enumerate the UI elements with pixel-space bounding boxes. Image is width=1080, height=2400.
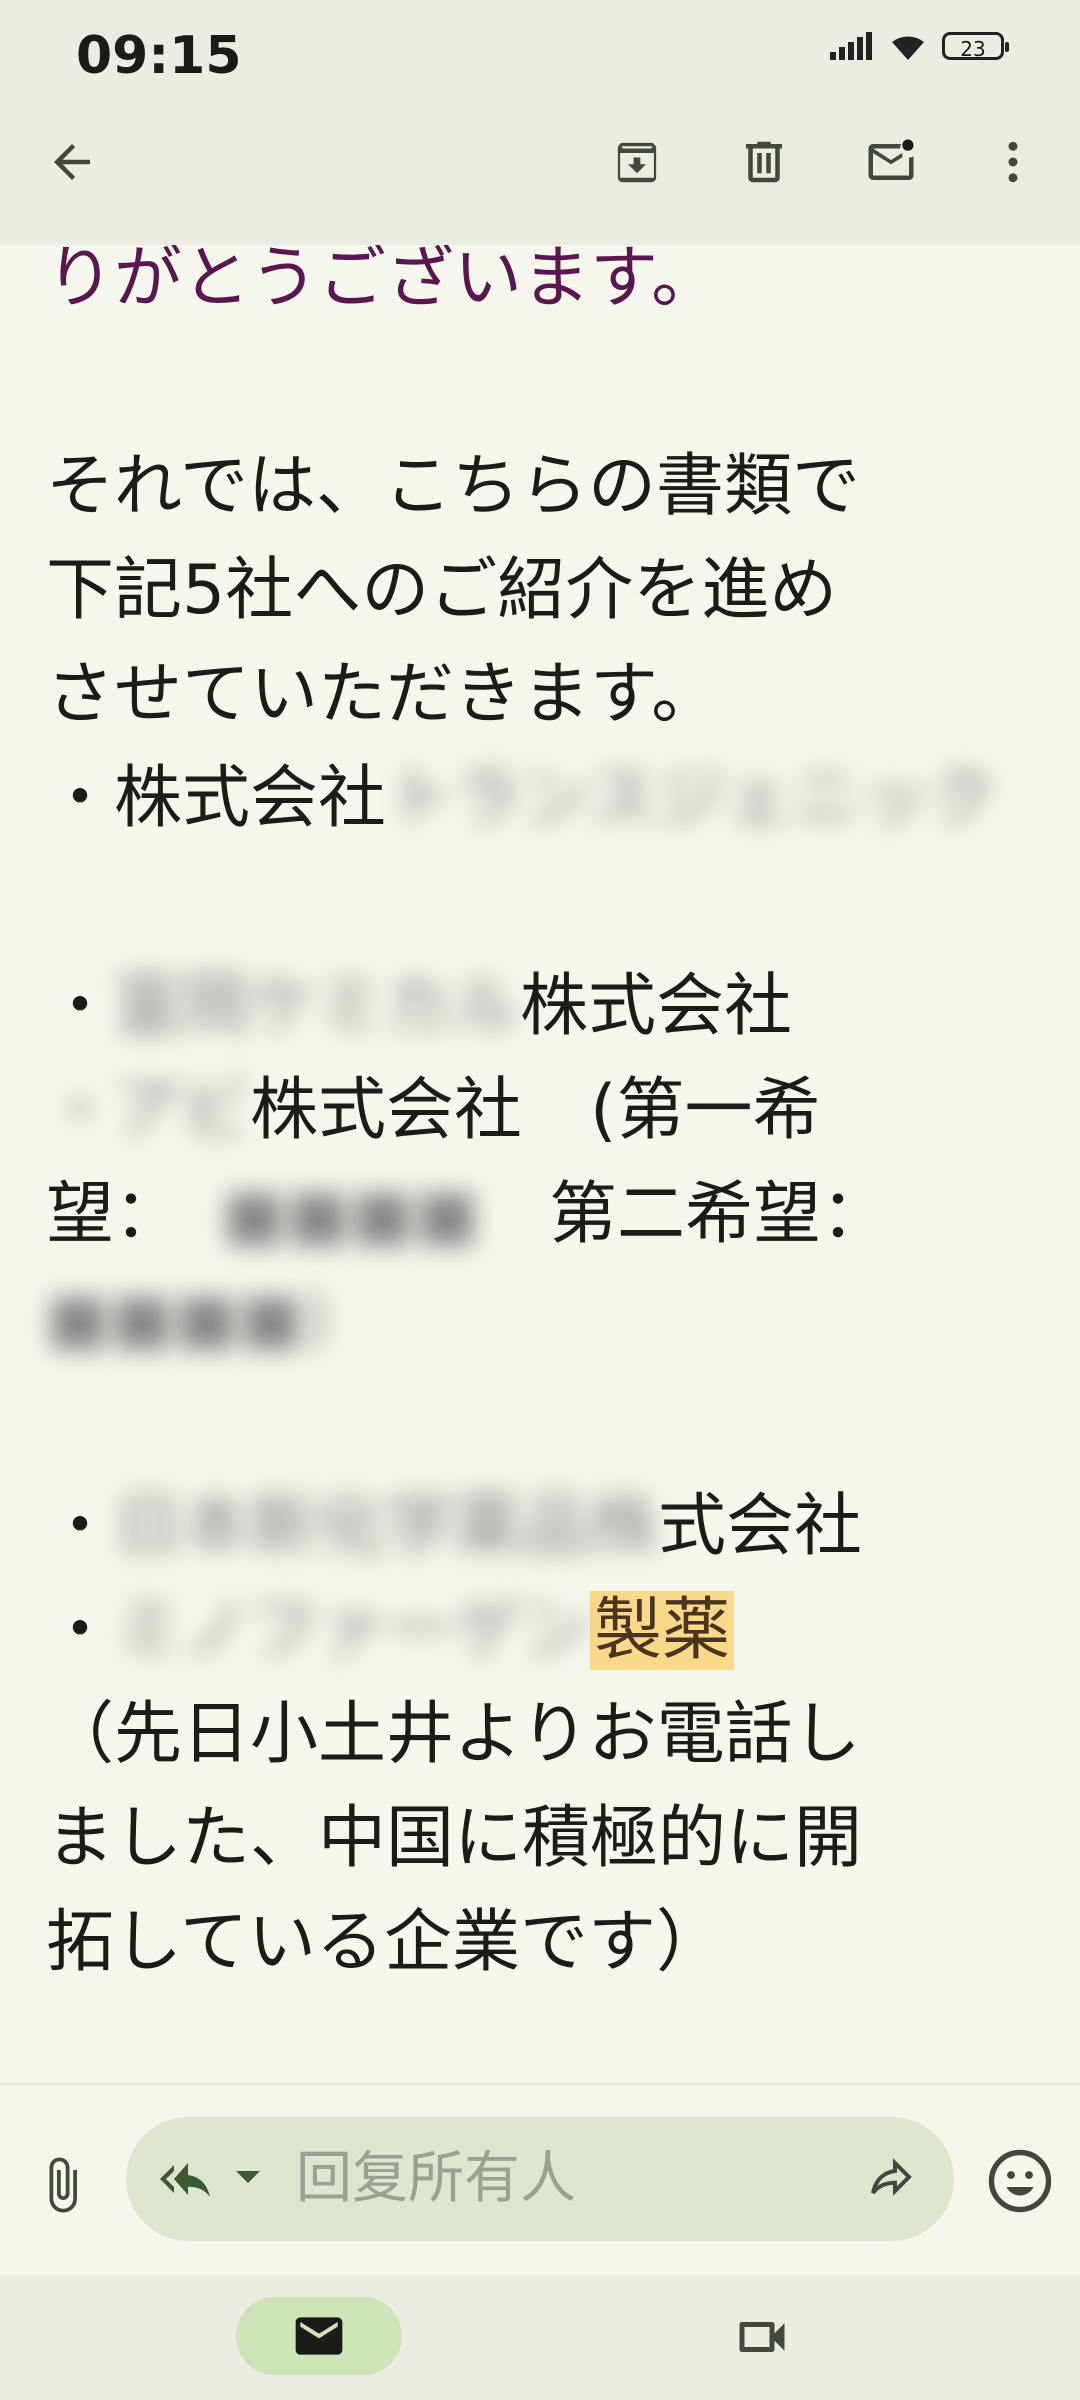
redacted-text: 富岡ケミカル xyxy=(114,967,520,1046)
archive-icon[interactable] xyxy=(597,122,677,202)
company-item-3: ・アビ株式会社 (第一希 xyxy=(46,1059,1046,1163)
company-item-4-suffix: 式会社 xyxy=(658,1487,863,1566)
body-intro-line3: させていただきます。 xyxy=(46,655,720,734)
company-item-1: ・株式会社トランスジェニック xyxy=(46,747,1046,851)
company-item-3-wishes: 望： ■■■■ 第二希望： xyxy=(46,1163,1046,1267)
body-intro-line1: それでは、こちらの書類で xyxy=(46,447,860,526)
redacted-text: ■■■■ xyxy=(222,1175,480,1254)
company-item-1-prefix: ・株式会社 xyxy=(46,759,387,838)
reply-bar: 回复所有人 xyxy=(0,2085,1080,2275)
company-item-3-wish2-value: ■■■■) xyxy=(46,1267,1046,1371)
body-intro-line2: 下記5社へのご紹介を進め xyxy=(46,551,838,630)
note-line3: 拓している企業です） xyxy=(46,1903,724,1982)
toolbar xyxy=(0,80,1080,245)
wish2-label: 第二希望： xyxy=(549,1175,890,1254)
forward-icon[interactable] xyxy=(864,2155,918,2203)
company-item-4: ・日本新化学薬品株式会社 xyxy=(46,1475,1046,1579)
reply-all-icon[interactable] xyxy=(158,2155,218,2203)
bullet: ・ xyxy=(46,967,115,1046)
status-time: 09:15 xyxy=(76,26,242,80)
bullet: ・ xyxy=(46,1487,115,1566)
redacted-text: 日本新化学薬品株 xyxy=(114,1487,659,1566)
chevron-down-icon[interactable] xyxy=(236,2171,260,2183)
note-line1: （先日小土井よりお電話し xyxy=(46,1695,861,1774)
wifi-icon xyxy=(892,36,924,60)
status-bar: 09:15 23 xyxy=(0,0,1080,80)
video-icon xyxy=(739,2322,785,2352)
reply-all-field[interactable]: 回复所有人 xyxy=(126,2117,954,2241)
body-line-top: りがとうございます。 xyxy=(46,245,720,318)
note-line2: ました、中国に積極的に開 xyxy=(46,1799,863,1878)
redacted-text: ミノファーゲン xyxy=(114,1591,591,1670)
wish1-label: 望： xyxy=(46,1175,183,1254)
battery-icon: 23 xyxy=(942,32,1009,61)
company-item-3-suffix: 株式会社 (第一希 xyxy=(250,1071,821,1150)
redacted-text: ■■■■) xyxy=(46,1279,330,1358)
redacted-text: ・アビ xyxy=(46,1071,251,1150)
email-body-text: りがとうございます。 それでは、こちらの書類で 下記5社へのご紹介を進め させて… xyxy=(46,245,1046,1995)
bullet: ・ xyxy=(46,1591,115,1670)
search-highlight: 製薬 xyxy=(590,1591,735,1670)
company-item-2-suffix: 株式会社 xyxy=(519,967,792,1046)
delete-icon[interactable] xyxy=(724,122,804,202)
company-item-5: ・ミノファーゲン製薬 xyxy=(46,1579,1046,1683)
back-arrow-icon[interactable] xyxy=(32,122,112,202)
emoji-icon[interactable] xyxy=(984,2145,1056,2217)
company-item-2: ・富岡ケミカル株式会社 xyxy=(46,955,1046,1059)
nav-mail-tab[interactable] xyxy=(236,2297,402,2375)
attach-icon[interactable] xyxy=(32,2145,92,2225)
redacted-text: トランスジェニック xyxy=(386,759,997,838)
mail-icon xyxy=(295,2317,343,2355)
email-body: りがとうございます。 それでは、こちらの書類で 下記5社へのご紹介を進め させて… xyxy=(0,245,1080,2083)
status-icons: 23 xyxy=(830,30,1009,62)
signal-icon xyxy=(830,32,872,60)
nav-meet-tab[interactable] xyxy=(722,2305,802,2369)
reply-placeholder: 回复所有人 xyxy=(296,2146,576,2211)
mark-unread-icon[interactable] xyxy=(851,122,931,202)
bottom-nav xyxy=(0,2275,1080,2400)
more-vertical-icon[interactable] xyxy=(973,122,1053,202)
